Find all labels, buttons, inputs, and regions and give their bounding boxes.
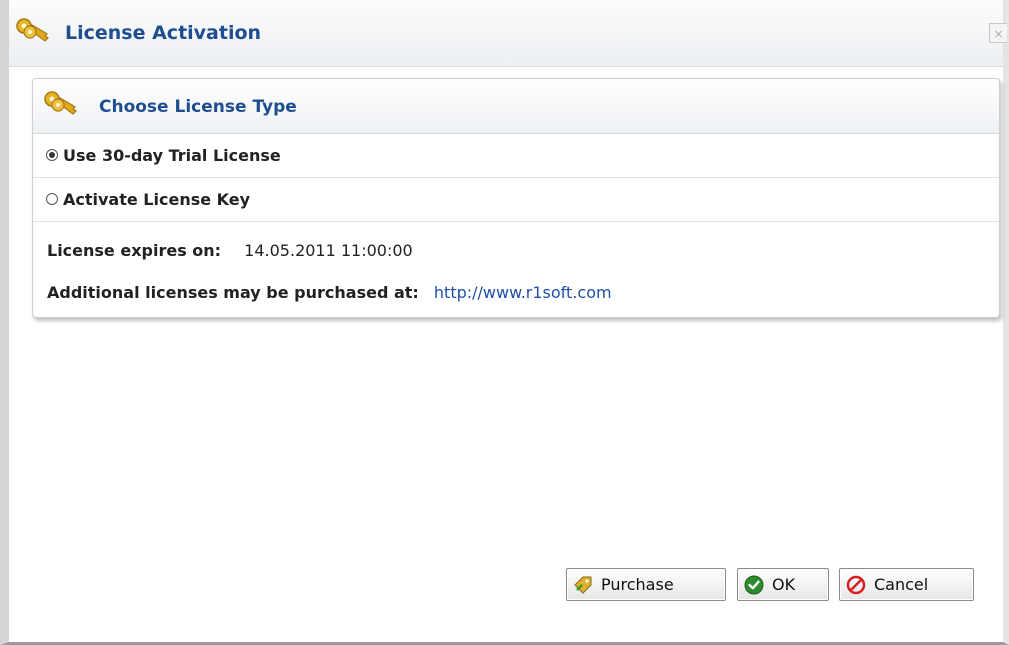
- purchase-info: Additional licenses may be purchased at:…: [47, 283, 612, 302]
- purchase-info-label: Additional licenses may be purchased at:: [47, 283, 419, 302]
- activate-key-radio[interactable]: [46, 193, 58, 205]
- purchase-button[interactable]: Purchase: [566, 568, 726, 601]
- expires-value: 14.05.2011 11:00:00: [244, 241, 413, 260]
- expiry-info: License expires on: 14.05.2011 11:00:00: [47, 241, 413, 260]
- purchase-button-label: Purchase: [601, 575, 674, 594]
- activate-key-label[interactable]: Activate License Key: [63, 190, 250, 209]
- trial-license-option[interactable]: Use 30-day Trial License: [33, 134, 999, 178]
- check-circle-icon: [744, 575, 764, 594]
- cancel-button[interactable]: Cancel: [839, 568, 974, 601]
- window-title: License Activation: [65, 22, 262, 44]
- purchase-tag-icon: [574, 576, 592, 594]
- close-button[interactable]: ×: [989, 23, 1007, 43]
- ok-button-label: OK: [772, 575, 796, 594]
- expires-label: License expires on:: [47, 241, 222, 260]
- activate-key-option[interactable]: Activate License Key: [33, 178, 999, 222]
- keys-icon: [16, 18, 49, 42]
- trial-license-radio[interactable]: [46, 149, 58, 161]
- ok-button[interactable]: OK: [737, 568, 829, 601]
- panel-header: Choose License Type: [33, 79, 999, 134]
- trial-license-label[interactable]: Use 30-day Trial License: [63, 146, 281, 165]
- license-activation-dialog: License Activation × Choose License Type…: [0, 0, 1009, 645]
- purchase-link[interactable]: http://www.r1soft.com: [434, 283, 612, 302]
- cancel-button-label: Cancel: [874, 575, 929, 594]
- title-bar[interactable]: License Activation ×: [9, 0, 1007, 67]
- license-type-panel: Choose License Type Use 30-day Trial Lic…: [32, 78, 1000, 318]
- no-entry-icon: [846, 575, 866, 594]
- panel-title: Choose License Type: [99, 97, 297, 117]
- keys-icon: [44, 91, 77, 115]
